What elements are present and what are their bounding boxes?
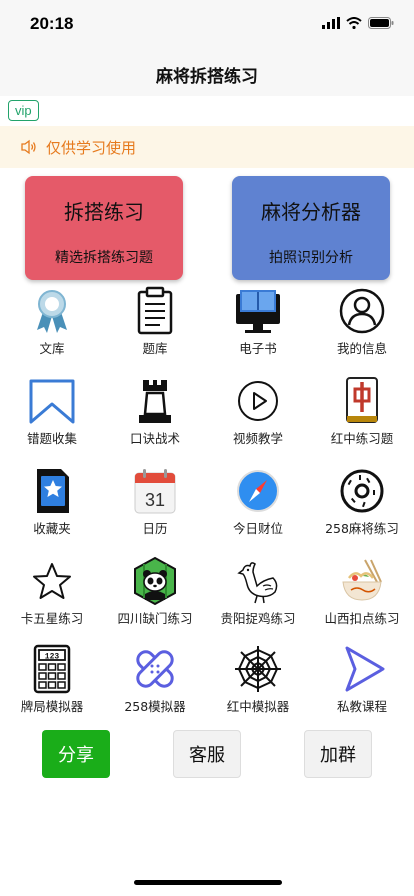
compass-icon (237, 470, 279, 512)
chess-rook-icon (139, 380, 171, 423)
grid-item-258-simulator[interactable]: 258模拟器 (103, 644, 207, 732)
star-outline-icon (33, 563, 71, 599)
card-title: 拆搭练习 (64, 200, 144, 224)
award-ribbon-icon (37, 290, 67, 333)
grid-label: 山西扣点练习 (324, 611, 400, 626)
spider-web-icon (235, 646, 281, 692)
vip-badge[interactable]: vip (8, 100, 39, 121)
calendar-icon: 31 (134, 469, 176, 514)
chicken-icon (237, 562, 278, 604)
play-circle-icon (238, 381, 278, 421)
star-card-icon (37, 469, 69, 513)
battery-icon (368, 17, 394, 29)
speaker-icon (21, 139, 36, 155)
grid-label: 电子书 (239, 341, 277, 356)
grid-item-ebook[interactable]: 电子书 (206, 286, 310, 374)
calendar-day-text: 31 (145, 490, 165, 510)
grid-label: 文库 (39, 341, 65, 356)
status-time: 20:18 (30, 14, 74, 33)
folder-tab-icon (29, 379, 75, 424)
grid-label: 我的信息 (336, 341, 387, 356)
calculator-display-text: 123 (45, 653, 60, 662)
noodle-bowl-icon (342, 559, 382, 601)
grid-item-question-bank[interactable]: 题库 (103, 286, 207, 374)
status-icons (322, 17, 394, 29)
grid-item-video-teaching[interactable]: 视频教学 (206, 376, 310, 464)
grid-label: 口诀战术 (129, 431, 180, 446)
grid-item-shanxi-koudian[interactable]: 山西扣点练习 (310, 556, 414, 644)
grid-item-sichuan-missing[interactable]: 四川缺门练习 (103, 556, 207, 644)
status-bar: 20:18 (0, 0, 414, 52)
grid-item-wrong-questions[interactable]: 错题收集 (0, 376, 104, 464)
grid-label: 红中模拟器 (226, 699, 290, 714)
grid-item-library[interactable]: 文库 (0, 286, 104, 374)
grid-item-258-practice[interactable]: 258麻将练习 (310, 466, 414, 554)
notice-text: 仅供学习使用 (46, 138, 137, 157)
grid-label: 私教课程 (336, 699, 387, 714)
grid-label: 红中练习题 (330, 431, 394, 446)
send-play-icon (345, 646, 385, 692)
customer-service-button[interactable]: 客服 (173, 730, 241, 778)
share-button[interactable]: 分享 (42, 730, 110, 778)
grid-label: 收藏夹 (33, 521, 71, 536)
grid-label: 258模拟器 (124, 699, 186, 714)
grid-item-tactics[interactable]: 口诀战术 (103, 376, 207, 464)
join-group-button[interactable]: 加群 (304, 730, 372, 778)
grid-item-daily-fortune[interactable]: 今日财位 (206, 466, 310, 554)
grid-label: 视频教学 (232, 431, 283, 446)
grid-label: 牌局模拟器 (20, 699, 84, 714)
notice-bar: 仅供学习使用 (0, 126, 414, 168)
grid-item-guiyang-chicken[interactable]: 贵阳捉鸡练习 (206, 556, 310, 644)
grid-label: 258麻将练习 (325, 521, 399, 536)
grid-label: 日历 (142, 521, 168, 536)
grid-label: 错题收集 (26, 431, 77, 446)
grid-item-calendar[interactable]: 31 日历 (103, 466, 207, 554)
grid-item-my-info[interactable]: 我的信息 (310, 286, 414, 374)
panda-icon (134, 556, 176, 606)
grid-item-game-simulator[interactable]: 123 牌局模拟器 (0, 644, 104, 732)
grid-label: 卡五星练习 (20, 611, 84, 626)
clipboard-icon (137, 286, 173, 335)
mahjong-analyzer-card[interactable]: 麻将分析器 拍照识别分析 (232, 176, 390, 280)
grid-item-red-dragon-simulator[interactable]: 红中模拟器 (206, 644, 310, 732)
card-subtitle: 拍照识别分析 (269, 250, 353, 266)
user-circle-icon (339, 288, 385, 334)
grid-label: 今日财位 (232, 521, 283, 536)
signal-icon (322, 17, 340, 29)
donut-icon (340, 469, 384, 513)
wifi-icon (346, 17, 362, 29)
chai-da-practice-card[interactable]: 拆搭练习 精选拆搭练习题 (25, 176, 183, 280)
red-dragon-tile-icon (346, 377, 378, 423)
bandage-icon (136, 650, 174, 688)
grid-item-favorites[interactable]: 收藏夹 (0, 466, 104, 554)
card-subtitle: 精选拆搭练习题 (55, 250, 153, 266)
page-title: 麻将拆搭练习 (156, 66, 258, 87)
grid-item-red-dragon-practice[interactable]: 红中练习题 (310, 376, 414, 464)
grid-item-private-course[interactable]: 私教课程 (310, 644, 414, 732)
grid-label: 贵阳捉鸡练习 (220, 611, 296, 626)
grid-label: 题库 (142, 341, 168, 356)
card-title: 麻将分析器 (261, 200, 361, 224)
ebook-monitor-icon (236, 290, 280, 333)
home-indicator[interactable] (134, 880, 282, 885)
grid-item-kawuxing[interactable]: 卡五星练习 (0, 556, 104, 644)
nav-bar: 麻将拆搭练习 (0, 52, 414, 96)
calculator-icon: 123 (33, 644, 71, 694)
grid-label: 四川缺门练习 (117, 611, 193, 626)
